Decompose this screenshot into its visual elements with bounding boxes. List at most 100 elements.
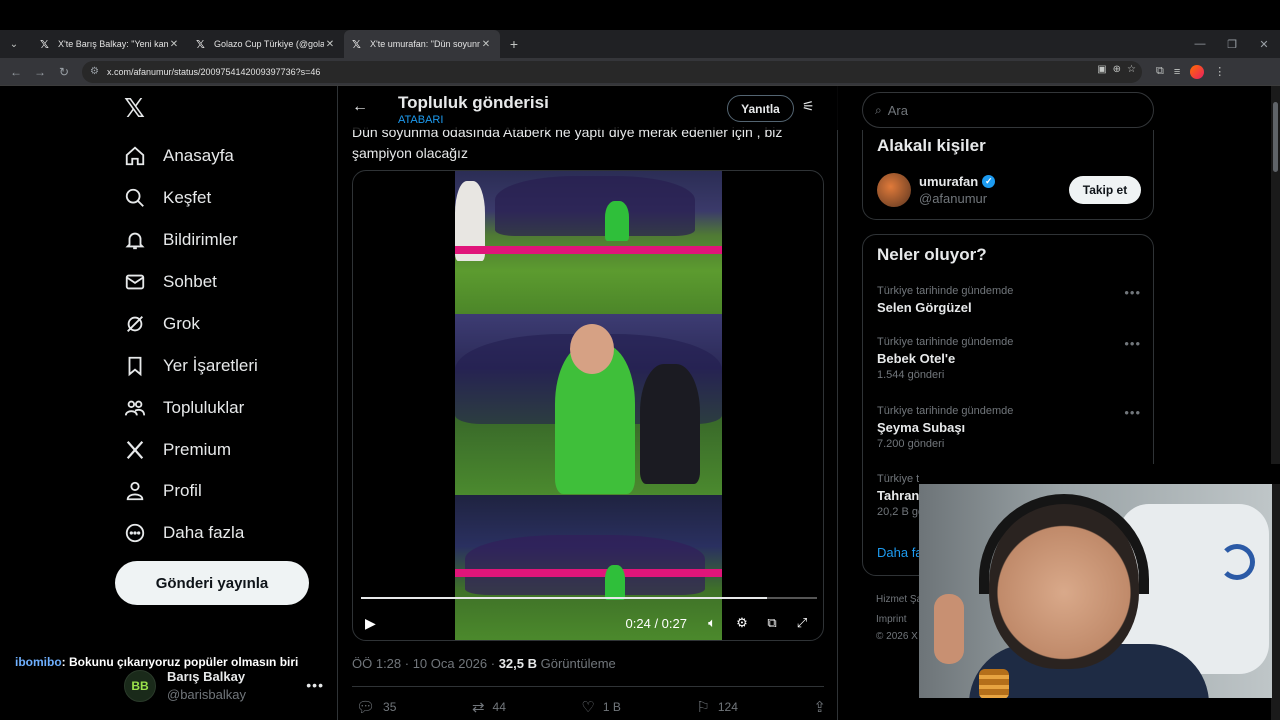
profile-avatar[interactable] <box>1190 64 1205 79</box>
close-window-icon[interactable]: ✕ <box>1248 38 1280 51</box>
nav-item-home[interactable]: Anasayfa <box>124 136 234 176</box>
window-top-bar <box>0 0 1280 30</box>
menu-icon[interactable]: ⋮ <box>1214 65 1225 78</box>
nav-item-bookmarks[interactable]: Yer İşaretleri <box>124 346 258 386</box>
nav-label: Premium <box>163 440 232 459</box>
nav-item-notifications[interactable]: Bildirimler <box>124 220 238 260</box>
minimize-icon[interactable]: — <box>1184 38 1216 50</box>
nav-label: Keşfet <box>163 188 212 207</box>
address-bar[interactable]: ⚙ x.com/afanumur/status/2009754142009397… <box>82 60 1142 83</box>
repost-icon: ⇄ <box>471 699 485 716</box>
forward-icon[interactable]: → <box>28 65 52 79</box>
tab-title: X'te Barış Balkay: "Yeni kamera <box>58 39 168 49</box>
more-dots-icon[interactable]: ••• <box>1124 405 1141 420</box>
close-icon[interactable]: ✕ <box>480 39 492 50</box>
gear-icon[interactable]: ⚙ <box>727 615 757 631</box>
x-logo-icon[interactable]: 𝕏 <box>124 96 150 122</box>
search-icon <box>125 188 144 207</box>
tab-strip: ⌄ 𝕏 X'te Barış Balkay: "Yeni kamera ✕ 𝕏 … <box>0 30 1280 58</box>
community-name[interactable]: ATABARI <box>398 114 443 126</box>
settings-sliders-icon[interactable]: ⚟ <box>802 98 815 115</box>
share-action[interactable]: ⇪ <box>813 698 826 716</box>
back-icon[interactable]: ← <box>4 65 28 79</box>
more-dots-icon[interactable]: ••• <box>1124 336 1141 351</box>
trend-item[interactable]: Türkiye tarihinde gündemde Bebek Otel'e … <box>877 336 1141 381</box>
more-dots-icon[interactable]: ••• <box>1124 285 1141 300</box>
trend-item[interactable]: Türkiye tarihinde gündemde Şeyma Subaşı … <box>877 405 1141 450</box>
close-icon[interactable]: ✕ <box>168 39 180 50</box>
volume-icon[interactable]: 🔈︎ <box>697 615 727 631</box>
suggested-person[interactable]: umurafan ✓ @afanumur Takip et <box>877 172 1141 208</box>
scrollbar-thumb[interactable] <box>1273 102 1278 172</box>
tweet-meta: ÖÖ 1:28 · 10 Oca 2026 · 32,5 B Görüntüle… <box>352 656 616 671</box>
extensions-icon[interactable]: ⧉ <box>1156 65 1164 78</box>
media-icon[interactable]: ≡ <box>1174 66 1180 78</box>
restore-icon[interactable]: ❐ <box>1216 38 1248 51</box>
trend-name: Selen Görgüzel <box>877 300 972 315</box>
nav-item-communities[interactable]: Topluluklar <box>124 388 244 428</box>
trend-item[interactable]: Türkiye tarihinde gündemde Selen Görgüze… <box>877 285 1141 315</box>
avatar[interactable] <box>877 173 911 207</box>
copyright-text: © 2026 X <box>876 631 918 642</box>
video-player[interactable]: ▶ 0:24 / 0:27 🔈︎ ⚙ ⧉ ⤢ <box>352 170 824 641</box>
nav-item-profile[interactable]: Profil <box>124 471 202 511</box>
footer-link[interactable]: Imprint <box>876 614 907 625</box>
like-action[interactable]: ♡ 1 B <box>581 698 620 716</box>
reply-action[interactable]: 💬︎ 35 <box>356 698 396 716</box>
stream-chat-message: ibomibo: Bokunu çıkarıyoruz popüler olma… <box>15 655 298 669</box>
reply-button[interactable]: Yanıtla <box>727 95 794 122</box>
browser-tab-1[interactable]: 𝕏 X'te Barış Balkay: "Yeni kamera ✕ <box>32 30 188 58</box>
nav-item-more[interactable]: Daha fazla <box>124 513 244 553</box>
view-count: 32,5 B <box>498 656 538 671</box>
nav-item-explore[interactable]: Keşfet <box>124 178 211 218</box>
nav-label: Anasayfa <box>163 146 234 165</box>
browser-tab-3[interactable]: 𝕏 X'te umurafan: "Dün soyunma o ✕ <box>344 30 500 58</box>
show-more-link[interactable]: Daha fa <box>877 545 923 560</box>
site-info-icon[interactable]: ⚙ <box>90 66 99 77</box>
footer-link[interactable]: Hizmet Şa <box>876 594 922 605</box>
trend-context: Türkiye tarihinde gündemde <box>877 336 1014 348</box>
trend-count: 1.544 gönderi <box>877 369 945 381</box>
bookmark-star-icon[interactable]: ☆ <box>1127 64 1136 75</box>
search-input[interactable]: ⌕ Ara <box>862 92 1154 128</box>
follow-button[interactable]: Takip et <box>1069 176 1141 204</box>
bell-icon <box>125 232 145 250</box>
mail-icon <box>125 274 145 290</box>
divider <box>352 686 824 687</box>
reload-icon[interactable]: ↻ <box>52 65 76 79</box>
nav-item-grok[interactable]: Grok <box>124 304 200 344</box>
trend-name: Şeyma Subaşı <box>877 420 966 435</box>
tweet-timestamp[interactable]: ÖÖ 1:28 · 10 Oca 2026 · <box>352 656 499 671</box>
x-logo-icon: 𝕏 <box>352 37 361 51</box>
bookmark-action[interactable]: ⚐ 124 <box>696 698 737 716</box>
person-icon <box>126 481 144 501</box>
new-tab-button[interactable]: + <box>504 36 524 52</box>
repost-action[interactable]: ⇄ 44 <box>472 698 506 716</box>
pip-icon[interactable]: ⧉ <box>757 615 787 631</box>
video-time: 0:24 / 0:27 <box>625 615 687 631</box>
zoom-icon[interactable]: ⊕ <box>1113 64 1121 75</box>
card-title: Alakalı kişiler <box>877 136 986 155</box>
card-title: Neler oluyor? <box>877 245 987 264</box>
nav-label: Bildirimler <box>163 230 238 249</box>
post-button[interactable]: Gönderi yayınla <box>115 561 309 605</box>
video-progress-bar[interactable] <box>361 597 817 599</box>
views-label: Görüntüleme <box>537 656 616 671</box>
cup <box>979 669 1009 698</box>
more-dots-icon[interactable]: ••• <box>306 677 324 693</box>
streamer-hand <box>934 594 964 664</box>
tab-search-button[interactable]: ⌄ <box>4 34 24 54</box>
browser-tab-2[interactable]: 𝕏 Golazo Cup Türkiye (@golazoc ✕ <box>188 30 344 58</box>
fullscreen-icon[interactable]: ⤢ <box>787 615 817 631</box>
close-icon[interactable]: ✕ <box>324 39 336 50</box>
back-arrow-icon[interactable]: ← <box>352 98 368 116</box>
repost-count: 44 <box>492 700 506 714</box>
install-icon[interactable]: ▣ <box>1097 64 1106 75</box>
verified-badge-icon: ✓ <box>982 175 996 188</box>
nav-item-premium[interactable]: Premium <box>124 430 231 470</box>
page-scrollbar[interactable] <box>1271 86 1280 720</box>
nav-item-chat[interactable]: Sohbet <box>124 262 217 302</box>
left-sidebar: 𝕏 Anasayfa Keşfet Bildirimler Sohbet Gro… <box>112 86 334 720</box>
play-icon[interactable]: ▶ <box>365 615 376 632</box>
chair-logo <box>1219 544 1255 580</box>
